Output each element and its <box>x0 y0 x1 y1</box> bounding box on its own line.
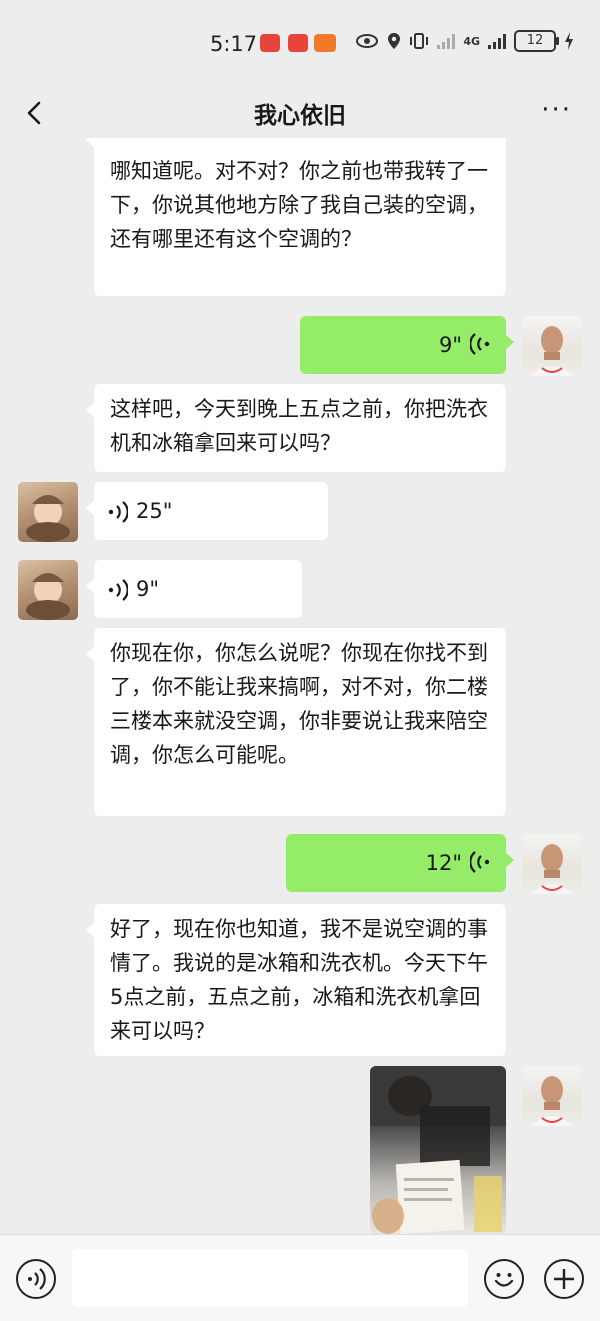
message-bubble-text[interactable]: 你现在你，你怎么说呢？你现在你找不到了，你不能让我来搞啊，对不对，你二楼三楼本来… <box>86 628 506 816</box>
app-notification-icon <box>314 34 336 52</box>
avatar-me[interactable] <box>522 1066 582 1126</box>
avatar-portrait <box>530 844 574 894</box>
message-text: 你现在你，你怎么说呢？你现在你找不到了，你不能让我来搞啊，对不对，你二楼三楼本来… <box>110 641 488 767</box>
avatar-me[interactable] <box>522 834 582 894</box>
message-text: 好了，现在你也知道，我不是说空调的事情了。我说的是冰箱和洗衣机。今天下午5点之前… <box>110 917 488 1043</box>
chat-message-list[interactable]: 哪知道呢。对不对？你之前也带我转了一下，你说其他地方除了我自己装的空调，还有哪里… <box>0 138 600 1234</box>
avatar-baby-photo <box>26 495 70 542</box>
signal-icon <box>437 33 456 49</box>
message-bubble-text[interactable]: 哪知道呢。对不对？你之前也带我转了一下，你说其他地方除了我自己装的空调，还有哪里… <box>86 138 506 296</box>
voice-message-bubble[interactable]: 9" <box>86 560 302 618</box>
avatar-me[interactable] <box>522 316 582 376</box>
voice-duration: 9" <box>438 333 462 357</box>
eye-icon <box>356 34 379 48</box>
voice-wave-icon <box>470 333 490 355</box>
voice-message-bubble[interactable]: 9" <box>300 316 514 374</box>
avatar-contact[interactable] <box>18 560 78 620</box>
emoji-button[interactable] <box>484 1259 524 1299</box>
plus-icon <box>554 1269 574 1289</box>
voice-mode-icon <box>28 1268 46 1290</box>
message-text: 这样吧，今天到晚上五点之前，你把洗衣机和冰箱拿回来可以吗？ <box>110 397 488 455</box>
chat-header: 我心依旧 ··· <box>0 88 600 138</box>
signal-icon <box>488 33 506 49</box>
voice-message-bubble[interactable]: 12" <box>286 834 514 892</box>
message-input-bar <box>0 1234 600 1321</box>
more-options-button[interactable]: ··· <box>541 97 572 123</box>
app-notification-icon <box>260 34 280 52</box>
voice-duration: 12" <box>425 851 462 875</box>
message-text: 哪知道呢。对不对？你之前也带我转了一下，你说其他地方除了我自己装的空调，还有哪里… <box>110 159 488 251</box>
voice-wave-icon <box>108 501 128 523</box>
network-type: 4G <box>463 34 480 48</box>
voice-input-button[interactable] <box>16 1259 56 1299</box>
message-bubble-text[interactable]: 这样吧，今天到晚上五点之前，你把洗衣机和冰箱拿回来可以吗？ <box>86 384 506 472</box>
avatar-baby-photo <box>26 573 70 620</box>
avatar-contact[interactable] <box>18 482 78 542</box>
voice-wave-icon <box>108 579 128 601</box>
message-bubble-text[interactable]: 好了，现在你也知道，我不是说空调的事情了。我说的是冰箱和洗衣机。今天下午5点之前… <box>86 904 506 1056</box>
app-notification-icon <box>288 34 308 52</box>
add-button[interactable] <box>544 1259 584 1299</box>
image-message[interactable] <box>370 1066 506 1234</box>
voice-wave-icon <box>470 851 490 873</box>
voice-duration: 9" <box>136 577 160 601</box>
voice-message-bubble[interactable]: 25" <box>86 482 328 540</box>
battery-icon: 12 <box>514 30 559 52</box>
charging-icon <box>565 32 573 50</box>
vibrate-icon <box>410 33 429 49</box>
photo-content <box>370 1066 506 1234</box>
location-icon <box>388 33 401 49</box>
status-bar: 5:17 4G 12 <box>0 0 600 88</box>
status-time: 5:17 <box>210 32 258 56</box>
voice-duration: 25" <box>136 499 173 523</box>
avatar-portrait <box>530 326 574 376</box>
chat-title: 我心依旧 <box>254 103 346 129</box>
message-input[interactable] <box>72 1249 468 1307</box>
emoji-icon <box>494 1273 514 1287</box>
avatar-portrait <box>530 1076 574 1126</box>
